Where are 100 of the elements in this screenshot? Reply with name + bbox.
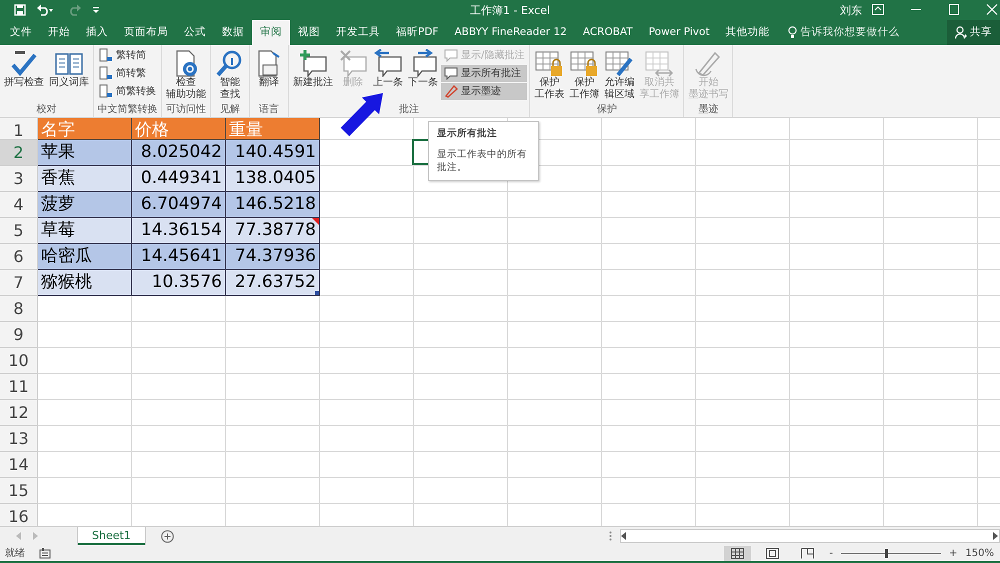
ribbon-button[interactable]: 保护 工作表: [532, 46, 566, 103]
row-header[interactable]: 11: [0, 374, 38, 400]
ribbon-tab[interactable]: 视图: [290, 20, 328, 45]
table-cell: 0.449341: [132, 166, 226, 192]
row-header[interactable]: 7: [0, 270, 38, 296]
share-button[interactable]: 共享: [947, 20, 1000, 45]
maximize-icon[interactable]: [948, 4, 960, 15]
page-break-icon: [801, 548, 814, 559]
table-cell: 146.5218: [226, 192, 320, 218]
ribbon-display-icon[interactable]: [872, 4, 884, 15]
row-header[interactable]: 3: [0, 166, 38, 192]
ribbon-tab[interactable]: 其他功能: [718, 20, 778, 45]
tooltip-title: 显示所有批注: [437, 127, 498, 140]
scroll-right-icon[interactable]: [993, 532, 999, 540]
ribbon-button[interactable]: 翻译: [252, 46, 286, 91]
ribbon-tab[interactable]: Power Pivot: [640, 20, 718, 45]
ribbon-button[interactable]: 保护 工作簿: [567, 46, 602, 103]
locked-sheet-icon: [534, 48, 564, 77]
add-sheet-icon[interactable]: [160, 530, 174, 543]
row-header[interactable]: 15: [0, 478, 38, 504]
row-header[interactable]: 2: [0, 140, 38, 166]
sheet-tab[interactable]: Sheet1: [78, 527, 145, 546]
view-button[interactable]: [724, 546, 752, 561]
ribbon-button[interactable]: 简转繁: [96, 64, 159, 82]
save-icon[interactable]: [14, 4, 26, 16]
macro-record-icon[interactable]: [39, 547, 51, 560]
table-cell: 猕猴桃: [38, 270, 132, 296]
group-label: 校对: [36, 102, 58, 117]
ribbon-button[interactable]: 智能 查找: [213, 46, 247, 103]
close-icon[interactable]: [986, 4, 998, 15]
ribbon-button[interactable]: 繁转简: [96, 46, 159, 64]
ribbon-button[interactable]: 下一条: [406, 46, 440, 91]
sheet-arrows-icon: [644, 48, 674, 77]
ribbon-tab[interactable]: 数据: [214, 20, 252, 45]
table-cell: 哈密瓜: [38, 244, 132, 270]
ribbon-button[interactable]: 上一条: [371, 46, 405, 91]
ribbon-button[interactable]: 检查 辅助功能: [164, 46, 208, 103]
column-header-cell: 价格: [132, 118, 226, 140]
sheet-pencil-icon: [604, 48, 634, 77]
user-name[interactable]: 刘东: [840, 3, 862, 18]
ribbon-button[interactable]: 同义词库: [47, 46, 91, 91]
ribbon-tab[interactable]: 公式: [176, 20, 214, 45]
tooltip-text: 显示工作表中的所有批注。: [437, 148, 528, 174]
row-header[interactable]: 5: [0, 218, 38, 244]
row-header[interactable]: 4: [0, 192, 38, 218]
row-header[interactable]: 9: [0, 322, 38, 348]
row-header[interactable]: 14: [0, 452, 38, 478]
ribbon-button[interactable]: 新建批注: [291, 46, 335, 91]
row-header[interactable]: 12: [0, 400, 38, 426]
row-header[interactable]: 8: [0, 296, 38, 322]
tell-me-field[interactable]: 告诉我你想要做什么: [800, 25, 900, 40]
scroll-left-icon[interactable]: [621, 532, 627, 540]
row-header[interactable]: 1: [0, 118, 38, 140]
document-icon: [99, 66, 113, 80]
ribbon-tab[interactable]: 页面布局: [116, 20, 176, 45]
zoom-level[interactable]: 150%: [965, 548, 994, 559]
table-cell: 香蕉: [38, 166, 132, 192]
ribbon-button[interactable]: 显示墨迹: [441, 82, 528, 100]
ribbon-button[interactable]: 简繁转换: [96, 82, 159, 100]
splitter-icon[interactable]: [609, 531, 612, 542]
row-header[interactable]: 10: [0, 348, 38, 374]
ribbon-tab[interactable]: 开始: [40, 20, 78, 45]
slider-thumb[interactable]: [884, 548, 888, 558]
table-cell: 菠萝: [38, 192, 132, 218]
document-icon: [99, 84, 113, 98]
table-cell: 8.025042: [132, 140, 226, 166]
zoom-in-button[interactable]: +: [949, 548, 958, 559]
table-cell: 74.37936: [226, 244, 320, 270]
table-cell: 27.63752: [226, 270, 320, 296]
person-icon: [955, 26, 967, 39]
row-header[interactable]: 13: [0, 426, 38, 452]
undo-icon[interactable]: [36, 4, 54, 16]
ribbon-button[interactable]: 显示所有批注: [441, 64, 528, 82]
row-header[interactable]: 16: [0, 504, 38, 526]
table-cell: 138.0405: [226, 166, 320, 192]
zoom-out-button[interactable]: -: [829, 548, 834, 559]
table-cell: 6.704974: [132, 192, 226, 218]
ribbon-tab[interactable]: 开发工具: [328, 20, 388, 45]
ribbon-tab[interactable]: 插入: [78, 20, 116, 45]
ribbon-button[interactable]: 允许编 辑区域: [602, 46, 636, 103]
table-cell: 140.4591: [226, 140, 320, 166]
group-label: 可访问性: [165, 102, 207, 117]
pen-icon: [444, 84, 458, 98]
row-header[interactable]: 6: [0, 244, 38, 270]
spell-check-icon: [9, 48, 39, 77]
document-icon: [99, 48, 113, 62]
resize-handle[interactable]: [315, 290, 319, 295]
ribbon-tab[interactable]: ACROBAT: [574, 20, 641, 45]
comment-arrow-icon: [373, 48, 403, 77]
ribbon-tab[interactable]: 文件: [2, 20, 40, 45]
ribbon-tab[interactable]: 审阅: [252, 20, 290, 45]
group-label: 见解: [219, 102, 241, 117]
group-label: 批注: [398, 102, 420, 117]
status-text: 就绪: [5, 546, 25, 560]
ribbon-tab[interactable]: ABBYY FineReader 12: [446, 20, 575, 45]
ribbon-button[interactable]: 拼写检查: [2, 46, 46, 91]
ribbon-tab[interactable]: 福昕PDF: [388, 20, 446, 45]
group-label: 中文简繁转换: [96, 102, 158, 117]
horizontal-scrollbar[interactable]: [620, 529, 1000, 544]
table-cell: 草莓: [38, 218, 132, 244]
